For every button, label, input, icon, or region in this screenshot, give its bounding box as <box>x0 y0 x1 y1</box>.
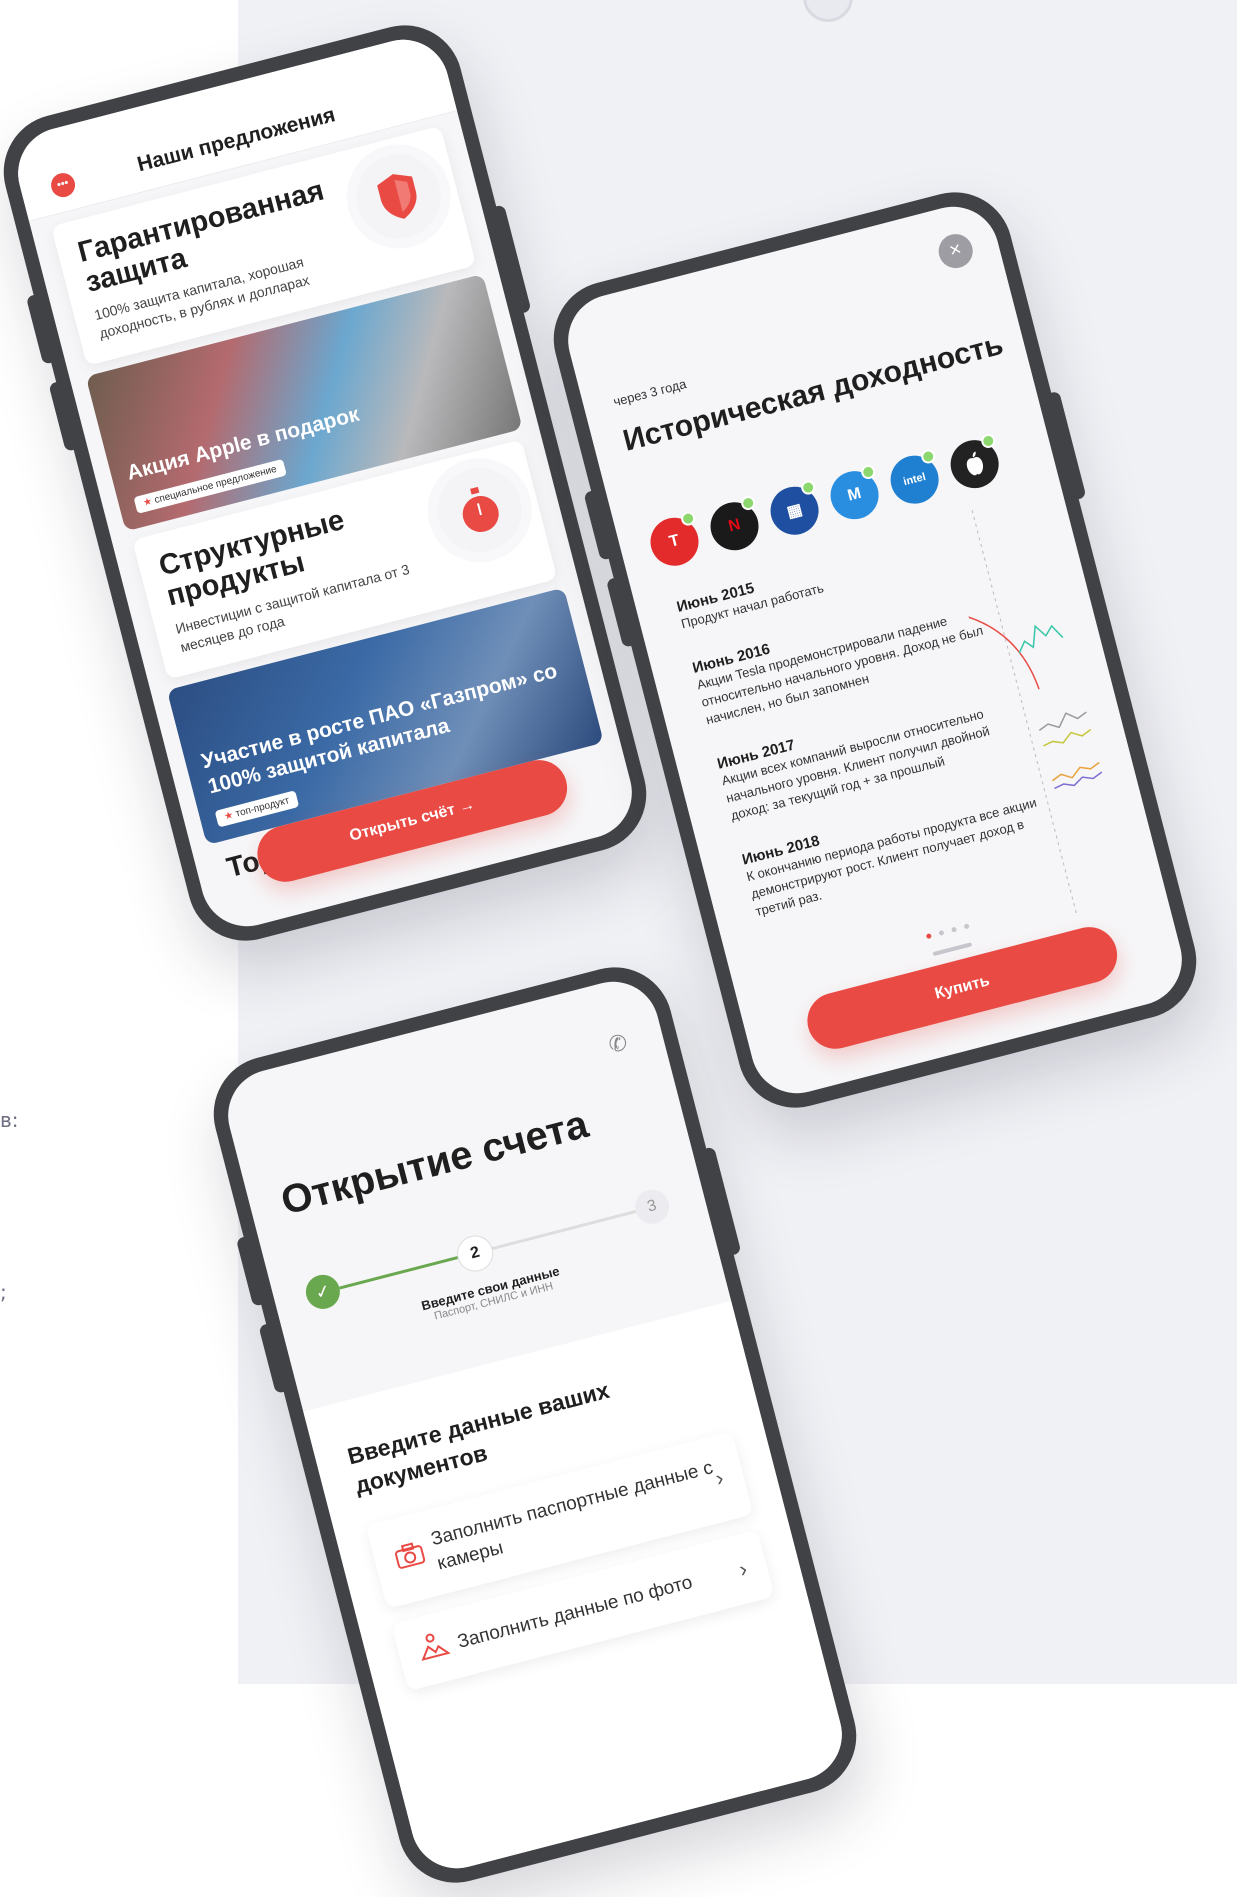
step-next: 3 <box>631 1186 673 1228</box>
edge-text-2: ; <box>0 1280 7 1304</box>
sheet-grabber[interactable] <box>932 942 973 957</box>
page-dot-active[interactable] <box>925 933 932 940</box>
edge-text-1: в: <box>0 1108 19 1132</box>
pagination-dots[interactable] <box>925 923 970 940</box>
check-icon: ✓ <box>302 1271 344 1313</box>
period-label: через 3 года <box>611 376 688 410</box>
step-line-done <box>339 1256 458 1290</box>
step-current: 2 <box>453 1231 498 1276</box>
page-dot[interactable] <box>950 926 958 933</box>
mobile-logo[interactable]: M <box>825 465 884 525</box>
page-dot[interactable] <box>938 929 945 936</box>
apple-logo[interactable] <box>945 434 1004 494</box>
step-label: Введите свои данные Паспорт, СНИЛС и ИНН <box>411 1261 573 1327</box>
intel-logo[interactable]: intel <box>885 450 944 509</box>
shield-icon <box>347 145 450 248</box>
page-dot[interactable] <box>963 923 970 930</box>
tesla-logo[interactable]: T <box>645 512 704 571</box>
step-line-todo <box>490 1210 637 1251</box>
close-button[interactable]: × <box>934 230 977 272</box>
chat-icon[interactable]: ••• <box>48 170 78 200</box>
phone-call-icon[interactable]: ✆ <box>606 1029 630 1059</box>
netflix-logo[interactable]: N <box>705 496 764 556</box>
microsoft-logo[interactable]: ▦ <box>765 481 824 540</box>
buy-button[interactable]: Купить <box>801 920 1124 1055</box>
stopwatch-icon <box>428 458 531 562</box>
